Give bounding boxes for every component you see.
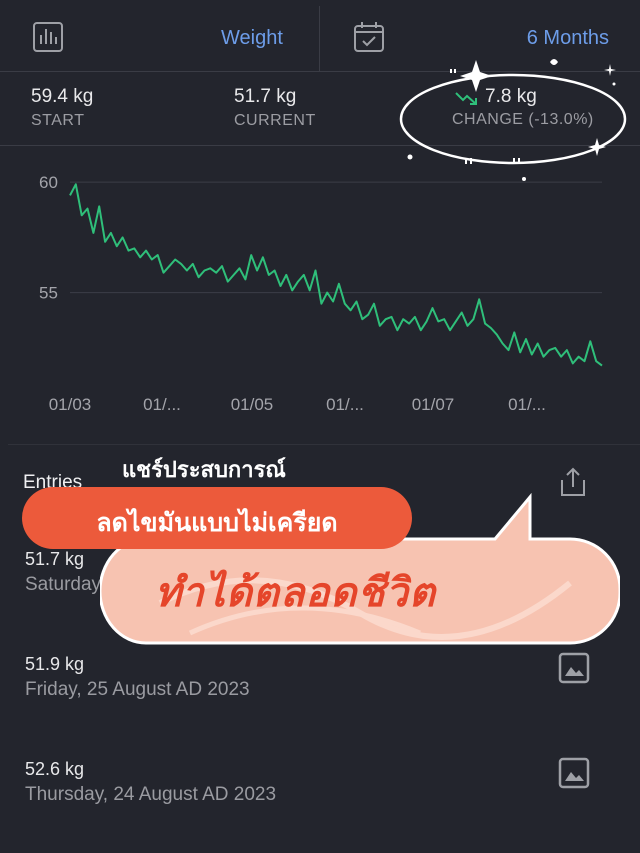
y-tick-label: 60 bbox=[39, 173, 58, 192]
image-icon[interactable] bbox=[557, 756, 591, 790]
weight-line-chart: 60 55 01/03 01/... 01/05 01/... 01/07 01/... bbox=[39, 173, 603, 414]
entry-date: Thursday, 24 August AD 2023 bbox=[25, 784, 277, 805]
x-tick-label: 01/... bbox=[508, 395, 546, 414]
list-item[interactable]: 52.6 kg Thursday, 24 August AD 2023 bbox=[0, 756, 640, 853]
calendar-check-icon[interactable] bbox=[352, 20, 386, 54]
entry-weight: 52.6 kg bbox=[25, 759, 85, 779]
start-label: START bbox=[31, 112, 85, 129]
current-label: CURRENT bbox=[234, 112, 316, 129]
x-tick-label: 01/... bbox=[326, 395, 364, 414]
change-value: 7.8 kg bbox=[485, 86, 537, 107]
image-icon[interactable] bbox=[557, 651, 591, 685]
toolbar-divider bbox=[319, 6, 320, 72]
bubble-headline: ทำได้ตลอดชีวิต bbox=[155, 571, 436, 615]
start-value: 59.4 kg bbox=[31, 86, 94, 107]
bar-chart-icon[interactable] bbox=[31, 20, 65, 54]
top-toolbar: Weight 6 Months bbox=[0, 0, 640, 72]
section-divider bbox=[8, 444, 640, 445]
x-tick-label: 01/05 bbox=[231, 395, 274, 414]
trending-down-icon bbox=[455, 92, 477, 105]
current-stat: 51.7 kg CURRENT bbox=[234, 86, 316, 130]
range-selector[interactable]: 6 Months bbox=[527, 27, 609, 50]
overlay-caption: แชร์ประสบการณ์ bbox=[122, 457, 286, 482]
y-tick-label: 55 bbox=[39, 284, 58, 303]
entry-weight: 51.7 kg bbox=[25, 549, 85, 569]
stats-summary: 59.4 kg START 51.7 kg CURRENT 7.8 kg CHA… bbox=[0, 72, 640, 146]
current-value: 51.7 kg bbox=[234, 86, 297, 107]
x-tick-label: 01/07 bbox=[412, 395, 455, 414]
list-item[interactable]: 51.9 kg Friday, 25 August AD 2023 bbox=[0, 651, 640, 754]
x-tick-label: 01/03 bbox=[49, 395, 92, 414]
change-stat: 7.8 kg bbox=[485, 86, 537, 108]
change-label-wrap: CHANGE (-13.0%) bbox=[452, 111, 594, 129]
promo-pill-text: ลดไขมันแบบไม่เครียด bbox=[96, 509, 338, 537]
entry-weight: 51.9 kg bbox=[25, 654, 85, 674]
change-label: CHANGE (-13.0%) bbox=[452, 111, 594, 128]
entry-date: Saturday bbox=[25, 574, 102, 595]
start-stat: 59.4 kg START bbox=[31, 86, 93, 130]
metric-selector[interactable]: Weight bbox=[221, 27, 283, 50]
weight-series-line bbox=[69, 183, 603, 367]
entry-date: Friday, 25 August AD 2023 bbox=[25, 679, 250, 700]
x-tick-label: 01/... bbox=[143, 395, 181, 414]
promo-pill: ลดไขมันแบบไม่เครียด bbox=[22, 487, 412, 549]
